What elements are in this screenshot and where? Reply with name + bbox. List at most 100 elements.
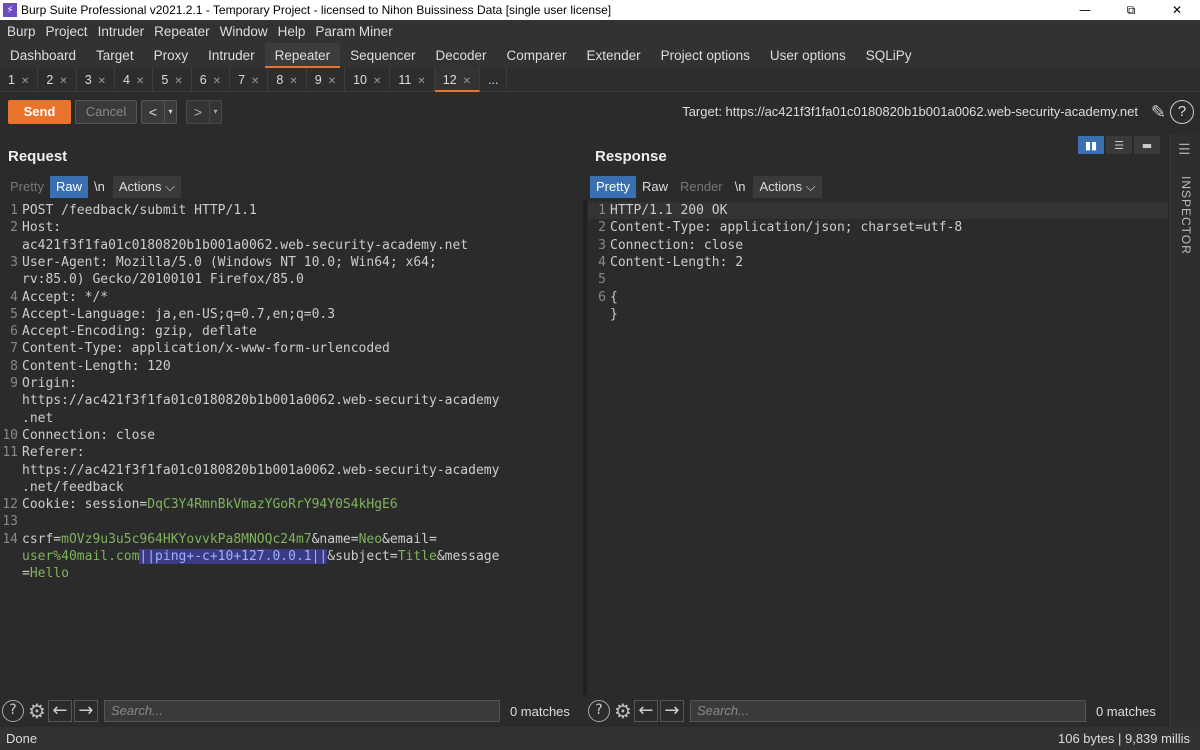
request-line[interactable]: user%40mail.com||ping+-c+10+127.0.0.1||&… [0, 548, 583, 565]
request-line[interactable]: 3 User-Agent: Mozilla/5.0 (Windows NT 10.… [0, 254, 583, 271]
tab-sqlipy[interactable]: SQLiPy [856, 43, 922, 68]
tab-project-options[interactable]: Project options [651, 43, 760, 68]
forward-dropdown-icon[interactable]: ▾ [209, 101, 221, 123]
response-line[interactable]: 2 Content-Type: application/json; charset… [588, 219, 1168, 236]
repeater-tab[interactable]: 9 ✕ [307, 68, 346, 92]
request-line[interactable]: 4 Accept: */* [0, 289, 583, 306]
close-icon[interactable]: ✕ [289, 76, 297, 87]
close-icon[interactable]: ✕ [98, 76, 106, 87]
response-editor[interactable]: 1 HTTP/1.1 200 OK 2 Content-Type: applicati… [588, 202, 1168, 694]
hamburger-icon[interactable]: ☰ [1178, 142, 1191, 158]
close-window-button[interactable]: ✕ [1154, 0, 1200, 20]
repeater-tab[interactable]: 5 ✕ [153, 68, 192, 92]
request-line[interactable]: 5 Accept-Language: ja,en-US;q=0.7,en;q=0.… [0, 306, 583, 323]
close-icon[interactable]: ✕ [463, 76, 471, 87]
close-icon[interactable]: ✕ [373, 76, 381, 87]
menu-burp[interactable]: Burp [2, 24, 41, 39]
response-line[interactable]: } [588, 306, 1168, 323]
request-line[interactable]: 8 Content-Length: 120 [0, 358, 583, 375]
response-line[interactable]: 3 Connection: close [588, 237, 1168, 254]
tab-proxy[interactable]: Proxy [144, 43, 199, 68]
close-icon[interactable]: ✕ [251, 76, 259, 87]
gear-icon[interactable]: ⚙ [28, 699, 46, 723]
close-icon[interactable]: ✕ [328, 76, 336, 87]
repeater-tab[interactable]: 3 ✕ [77, 68, 116, 92]
response-line[interactable]: 6{ [588, 289, 1168, 306]
repeater-tab[interactable]: 1 ✕ [0, 68, 39, 92]
request-line[interactable]: 14 csrf=mOVz9u3u5c964HKYovvkPa8MNOQc24m7&… [0, 531, 583, 548]
tab-sequencer[interactable]: Sequencer [340, 43, 425, 68]
help-icon[interactable]: ? [2, 700, 24, 722]
tab-dashboard[interactable]: Dashboard [0, 43, 86, 68]
tab-intruder[interactable]: Intruder [198, 43, 265, 68]
response-search-input[interactable]: Search... [689, 700, 1086, 722]
response-tab-pretty[interactable]: Pretty [590, 176, 636, 198]
request-line[interactable]: https://ac421f3f1fa01c0180820b1b001a0062… [0, 462, 583, 479]
tab-user-options[interactable]: User options [760, 43, 856, 68]
next-match-arrow-icon[interactable]: → [659, 700, 684, 722]
send-button[interactable]: Send [8, 100, 71, 124]
request-line[interactable]: 9 Origin: [0, 375, 583, 392]
edit-target-pencil-icon[interactable]: ✎ [1151, 102, 1166, 123]
tab-comparer[interactable]: Comparer [497, 43, 577, 68]
split-horizontal-icon[interactable]: ▮▮ [1078, 136, 1104, 154]
back-dropdown-icon[interactable]: ▾ [164, 101, 176, 123]
request-line[interactable]: .net [0, 410, 583, 427]
close-icon[interactable]: ✕ [59, 76, 67, 87]
request-tab-newline[interactable]: \n [88, 176, 111, 198]
response-line[interactable]: 1 HTTP/1.1 200 OK [588, 202, 1168, 219]
menu-intruder[interactable]: Intruder [93, 24, 150, 39]
back-button[interactable]: < [142, 101, 164, 123]
response-line[interactable]: 5 [588, 271, 1168, 288]
cancel-button[interactable]: Cancel [75, 100, 137, 124]
request-editor[interactable]: 1 POST /feedback/submit HTTP/1.1 2 Host: ac4… [0, 202, 583, 694]
request-line[interactable]: ac421f3f1fa01c0180820b1b001a0062.web-sec… [0, 237, 583, 254]
request-line[interactable]: https://ac421f3f1fa01c0180820b1b001a0062… [0, 392, 583, 409]
pane-splitter[interactable] [583, 200, 587, 695]
repeater-tab[interactable]: 7 ✕ [230, 68, 269, 92]
response-tab-newline[interactable]: \n [729, 176, 752, 198]
request-line[interactable]: .net/feedback [0, 479, 583, 496]
response-tab-render[interactable]: Render [674, 176, 729, 198]
request-search-input[interactable]: Search... [103, 700, 500, 722]
inspector-panel[interactable]: ☰ INSPECTOR [1170, 134, 1200, 727]
close-icon[interactable]: ✕ [213, 76, 221, 87]
request-line[interactable]: 11 Referer: [0, 444, 583, 461]
menu-repeater[interactable]: Repeater [149, 24, 215, 39]
menu-window[interactable]: Window [215, 24, 273, 39]
tab-repeater[interactable]: Repeater [264, 43, 341, 68]
tab-extender[interactable]: Extender [577, 43, 651, 68]
response-actions-dropdown[interactable]: Actions ⌵ [753, 176, 822, 198]
restore-button[interactable]: ⧉ [1108, 0, 1154, 20]
split-vertical-icon[interactable]: ☰ [1106, 136, 1132, 154]
close-icon[interactable]: ✕ [174, 76, 182, 87]
help-icon[interactable]: ? [588, 700, 610, 722]
forward-button[interactable]: > [187, 101, 209, 123]
previous-match-arrow-icon[interactable]: ← [47, 700, 72, 722]
gear-icon[interactable]: ⚙ [614, 699, 632, 723]
previous-match-arrow-icon[interactable]: ← [633, 700, 658, 722]
close-icon[interactable]: ✕ [136, 76, 144, 87]
response-tab-raw[interactable]: Raw [636, 176, 674, 198]
request-line[interactable]: 13 [0, 513, 583, 530]
request-actions-dropdown[interactable]: Actions ⌵ [112, 176, 181, 198]
request-line[interactable]: 2 Host: [0, 219, 583, 236]
close-icon[interactable]: ✕ [21, 76, 29, 87]
close-icon[interactable]: ✕ [417, 76, 425, 87]
repeater-tab[interactable]: 11 ✕ [390, 68, 435, 92]
menu-project[interactable]: Project [41, 24, 93, 39]
repeater-tab[interactable]: 2 ✕ [38, 68, 77, 92]
request-line[interactable]: rv:85.0) Gecko/20100101 Firefox/85.0 [0, 271, 583, 288]
repeater-tab[interactable]: 8 ✕ [268, 68, 307, 92]
next-match-arrow-icon[interactable]: → [73, 700, 98, 722]
tabs-layout-icon[interactable]: ▬ [1134, 136, 1160, 154]
repeater-tab[interactable]: 4 ✕ [115, 68, 154, 92]
menu-param-miner[interactable]: Param Miner [310, 24, 397, 39]
response-line[interactable]: 4 Content-Length: 2 [588, 254, 1168, 271]
request-line[interactable]: =Hello [0, 565, 583, 582]
repeater-tab[interactable]: 6 ✕ [192, 68, 231, 92]
request-line[interactable]: 10 Connection: close [0, 427, 583, 444]
request-line[interactable]: 7 Content-Type: application/x-www-form-ur… [0, 340, 583, 357]
tab-decoder[interactable]: Decoder [425, 43, 496, 68]
menu-help[interactable]: Help [273, 24, 311, 39]
